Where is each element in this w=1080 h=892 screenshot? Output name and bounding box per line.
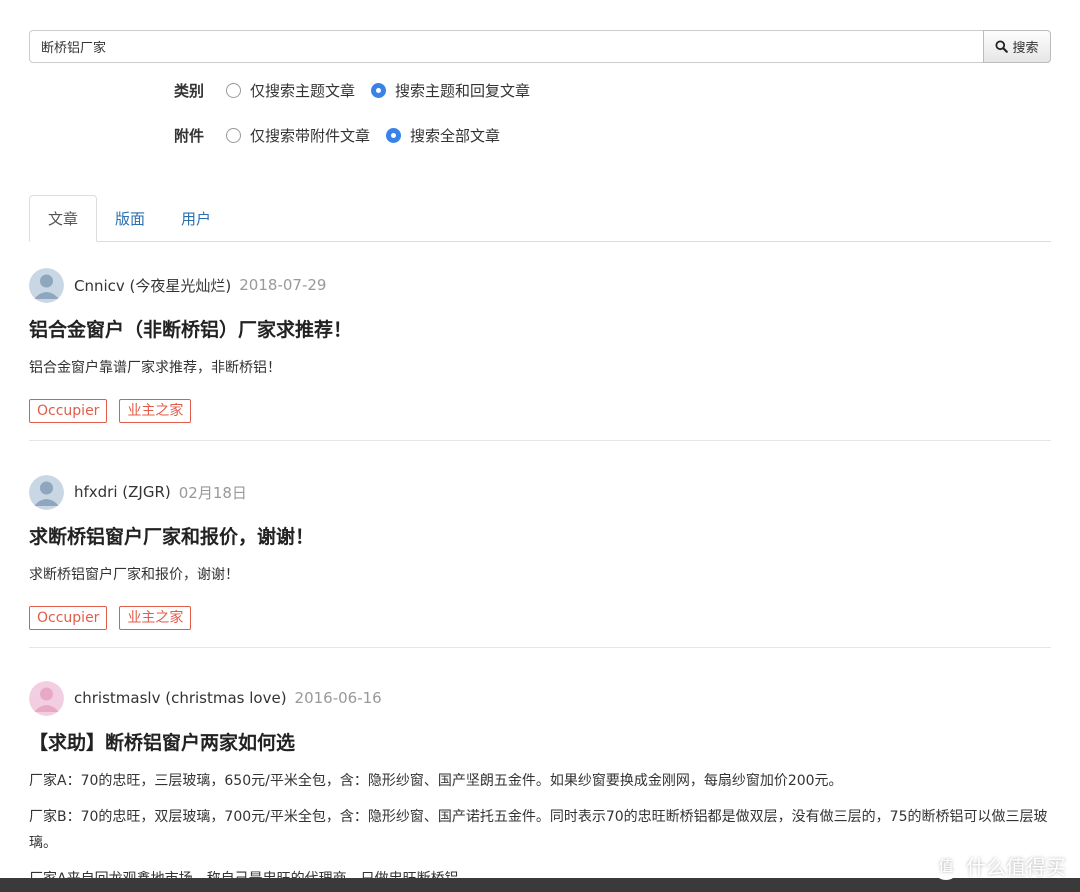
option-label: 仅搜索带附件文章 — [250, 127, 371, 145]
divider — [29, 440, 1051, 441]
tab-articles[interactable]: 文章 — [29, 195, 98, 242]
attachment-label: 附件 — [174, 127, 205, 145]
post-title[interactable]: 求断桥铝窗户厂家和报价，谢谢！ — [29, 524, 1051, 550]
post-item: hfxdri (ZJGR) 02月18日 求断桥铝窗户厂家和报价，谢谢！ 求断桥… — [29, 474, 1051, 630]
post-meta: Cnnicv (今夜星光灿烂) 2018-07-29 — [29, 267, 1051, 303]
post-date: 2018-07-29 — [239, 276, 327, 294]
category-label: 类别 — [174, 82, 205, 100]
attachment-option-with-attachment[interactable]: 仅搜索带附件文章 — [226, 125, 370, 146]
search-button-label: 搜索 — [1012, 41, 1039, 56]
search-input[interactable] — [29, 30, 983, 63]
post-title[interactable]: 铝合金窗户（非断桥铝）厂家求推荐！ — [29, 317, 1051, 343]
category-filter: 类别 仅搜索主题文章 搜索主题和回复文章 — [174, 80, 546, 101]
tag-occupier[interactable]: Occupier — [29, 606, 108, 630]
post-summary: 求断桥铝窗户厂家和报价，谢谢！ — [29, 567, 239, 583]
post-author[interactable]: christmaslv (christmas love) — [74, 689, 287, 707]
radio-button[interactable] — [226, 83, 241, 98]
avatar[interactable] — [29, 680, 64, 716]
post-date: 2016-06-16 — [294, 689, 382, 707]
tab-boards[interactable]: 版面 — [97, 195, 163, 242]
watermark-text: 什么值得买 — [966, 855, 1066, 879]
post-item: christmaslv (christmas love) 2016-06-16 … — [29, 680, 1051, 892]
post-paragraph: 厂家B：70的忠旺，双层玻璃，700元/平米全包，含：隐形纱窗、国产诺托五金件。… — [29, 809, 1048, 851]
site-watermark: 值 什么值得买 — [932, 851, 1066, 880]
avatar[interactable] — [29, 267, 64, 303]
post-author[interactable]: Cnnicv (今夜星光灿烂) — [74, 275, 231, 296]
radio-button[interactable] — [226, 128, 241, 143]
search-icon — [995, 40, 1009, 53]
option-label: 仅搜索主题文章 — [250, 82, 356, 100]
post-tags: Occupier 业主之家 — [29, 399, 1051, 423]
tab-users[interactable]: 用户 — [163, 195, 229, 242]
option-label: 搜索主题和回复文章 — [395, 82, 531, 100]
result-tabs: 文章 版面 用户 — [29, 195, 1051, 242]
watermark-logo-icon: 值 — [932, 851, 960, 880]
post-date: 02月18日 — [178, 483, 247, 502]
avatar[interactable] — [29, 474, 64, 510]
post-title[interactable]: 【求助】断桥铝窗户两家如何选 — [29, 730, 1051, 756]
category-option-topic-only[interactable]: 仅搜索主题文章 — [226, 80, 355, 101]
attachment-option-all[interactable]: 搜索全部文章 — [386, 125, 500, 146]
post-author[interactable]: hfxdri (ZJGR) — [74, 483, 171, 501]
category-option-topic-and-reply[interactable]: 搜索主题和回复文章 — [371, 80, 530, 101]
option-label: 搜索全部文章 — [410, 127, 501, 145]
divider — [29, 647, 1051, 648]
attachment-filter: 附件 仅搜索带附件文章 搜索全部文章 — [174, 125, 516, 146]
tag-owners-home[interactable]: 业主之家 — [119, 399, 192, 423]
search-button[interactable]: 搜索 — [983, 30, 1051, 63]
post-meta: christmaslv (christmas love) 2016-06-16 — [29, 680, 1051, 716]
post-meta: hfxdri (ZJGR) 02月18日 — [29, 474, 1051, 510]
search-bar: 搜索 — [29, 30, 1051, 63]
radio-button-selected[interactable] — [386, 128, 402, 143]
post-paragraph: 厂家A：70的忠旺，三层玻璃，650元/平米全包，含：隐形纱窗、国产坚朗五金件。… — [29, 773, 843, 789]
post-item: Cnnicv (今夜星光灿烂) 2018-07-29 铝合金窗户（非断桥铝）厂家… — [29, 267, 1051, 423]
post-tags: Occupier 业主之家 — [29, 606, 1051, 630]
tag-owners-home[interactable]: 业主之家 — [119, 606, 192, 630]
post-summary: 铝合金窗户靠谱厂家求推荐，非断桥铝！ — [29, 360, 281, 376]
taskbar — [0, 878, 1080, 892]
tag-occupier[interactable]: Occupier — [29, 399, 108, 423]
radio-button-selected[interactable] — [371, 83, 387, 98]
